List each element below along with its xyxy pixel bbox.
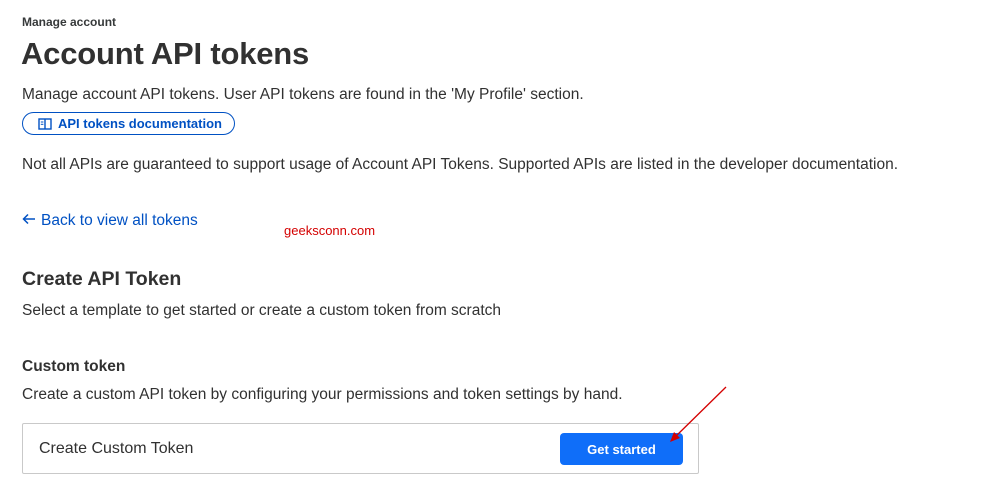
page-title: Account API tokens (21, 36, 310, 71)
page-subtitle: Manage account API tokens. User API toke… (22, 86, 584, 103)
arrow-left-icon (22, 212, 36, 230)
api-tokens-documentation-link[interactable]: API tokens documentation (22, 112, 235, 135)
custom-token-card: Create Custom Token Get started (22, 423, 699, 474)
breadcrumb: Manage account (22, 15, 117, 29)
custom-token-description: Create a custom API token by configuring… (22, 386, 623, 403)
back-to-tokens-link[interactable]: Back to view all tokens (22, 212, 198, 230)
api-support-notice: Not all APIs are guaranteed to support u… (22, 156, 899, 173)
create-api-token-heading: Create API Token (22, 268, 182, 290)
book-icon (38, 117, 52, 130)
create-api-token-description: Select a template to get started or crea… (22, 302, 502, 319)
watermark-text: geeksconn.com (284, 223, 376, 238)
custom-token-heading: Custom token (22, 358, 126, 375)
get-started-button[interactable]: Get started (560, 433, 683, 465)
api-tokens-documentation-label: API tokens documentation (58, 116, 222, 131)
custom-token-card-label: Create Custom Token (39, 440, 194, 457)
back-to-tokens-label: Back to view all tokens (41, 212, 198, 229)
